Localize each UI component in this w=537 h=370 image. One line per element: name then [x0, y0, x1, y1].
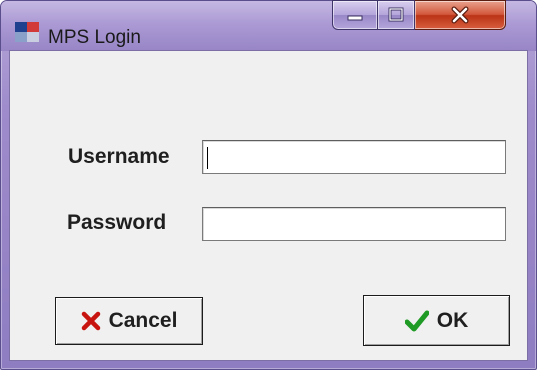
login-dialog-window: MPS Login Username Password Cancel OK — [0, 0, 537, 370]
green-checkmark-icon — [404, 310, 429, 332]
window-controls — [332, 0, 506, 30]
maximize-icon — [388, 7, 404, 22]
username-label: Username — [68, 145, 170, 168]
dialog-client-area: Username Password Cancel OK — [9, 50, 528, 361]
mps-app-icon[interactable] — [15, 22, 39, 43]
close-button[interactable] — [415, 0, 506, 30]
minimize-button[interactable] — [332, 0, 378, 30]
title-bar[interactable]: MPS Login — [1, 0, 536, 51]
red-x-icon — [81, 311, 101, 331]
password-label: Password — [67, 211, 167, 234]
window-title: MPS Login — [48, 27, 141, 48]
minimize-icon — [347, 15, 363, 21]
cancel-button[interactable]: Cancel — [55, 297, 203, 345]
password-field[interactable] — [202, 207, 506, 241]
close-icon — [451, 6, 469, 24]
text-caret — [207, 147, 208, 169]
username-field[interactable] — [202, 140, 506, 174]
ok-button[interactable]: OK — [363, 295, 510, 346]
ok-label: OK — [436, 308, 469, 332]
cancel-label: Cancel — [108, 309, 178, 332]
maximize-button[interactable] — [378, 0, 415, 30]
